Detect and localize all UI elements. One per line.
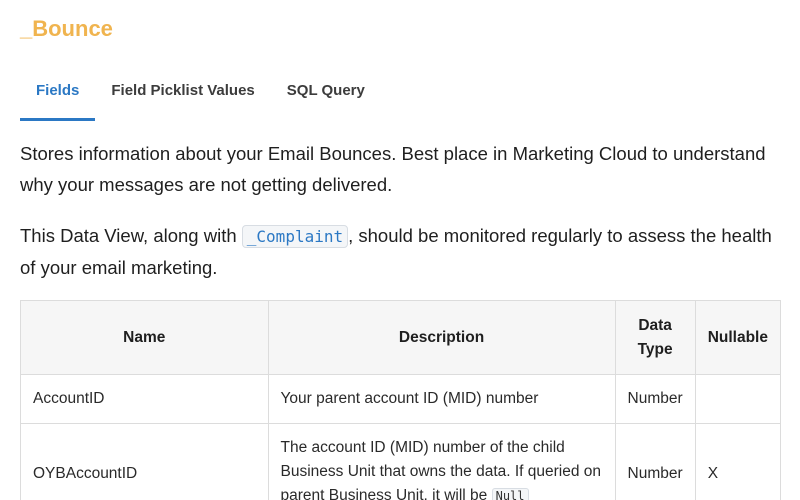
description-paragraph: Stores information about your Email Boun… bbox=[20, 143, 766, 195]
note-paragraph: This Data View, along with _Complaint, s… bbox=[20, 220, 780, 283]
cell-name: OYBAccountID bbox=[20, 423, 269, 500]
complaint-link[interactable]: _Complaint bbox=[241, 225, 349, 248]
cell-data-type: Number bbox=[614, 423, 696, 500]
header-nullable: Nullable bbox=[694, 300, 782, 375]
header-description: Description bbox=[267, 300, 616, 375]
table-row: OYBAccountID The account ID (MID) number… bbox=[20, 423, 782, 500]
null-code: Null bbox=[491, 488, 529, 500]
cell-description: The account ID (MID) number of the child… bbox=[267, 423, 616, 500]
header-data-type: Data Type bbox=[614, 300, 696, 375]
cell-name: AccountID bbox=[20, 374, 269, 424]
table-header-row: Name Description Data Type Nullable bbox=[20, 300, 782, 375]
header-name: Name bbox=[20, 300, 269, 375]
cell-nullable bbox=[694, 374, 782, 424]
tab-fields[interactable]: Fields bbox=[20, 72, 96, 121]
tab-sql-query[interactable]: SQL Query bbox=[271, 72, 381, 121]
cell-description: Your parent account ID (MID) number bbox=[267, 374, 616, 424]
tab-bar: Fields Field Picklist Values SQL Query bbox=[20, 72, 780, 121]
tab-field-picklist-values[interactable]: Field Picklist Values bbox=[95, 72, 270, 121]
cell-data-type: Number bbox=[614, 374, 696, 424]
cell-description-text: The account ID (MID) number of the child… bbox=[280, 439, 602, 500]
fields-table: Name Description Data Type Nullable Acco… bbox=[20, 300, 782, 500]
page-title: _Bounce bbox=[20, 16, 113, 41]
note-prefix: This Data View, along with bbox=[20, 225, 242, 246]
table-row: AccountID Your parent account ID (MID) n… bbox=[20, 374, 782, 424]
page: _Bounce Fields Field Picklist Values SQL… bbox=[0, 0, 800, 500]
cell-nullable: X bbox=[694, 423, 782, 500]
